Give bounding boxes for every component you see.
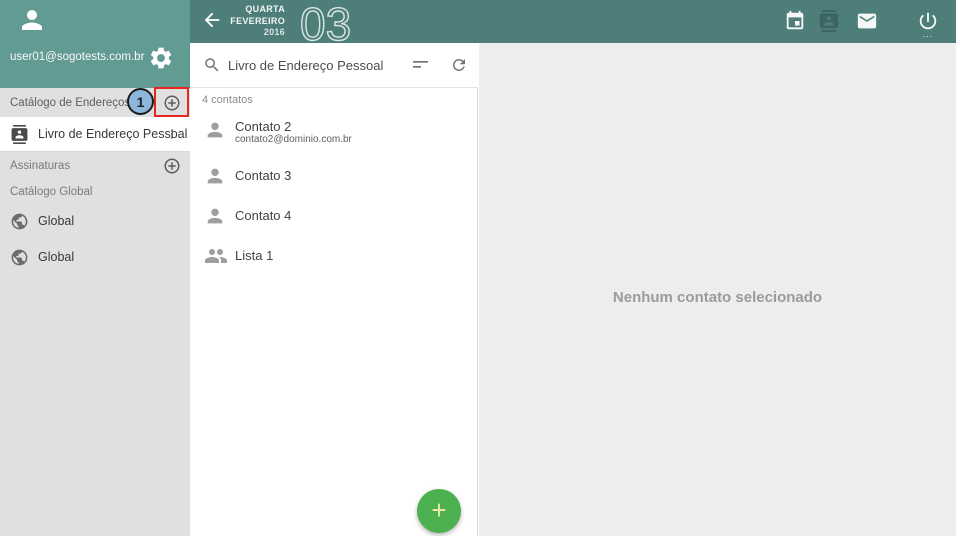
global-item-label: Global (38, 214, 74, 228)
globe-icon (10, 212, 29, 231)
contact-row-contato4[interactable]: Contato 4 (190, 199, 478, 237)
date-block: QUARTA FEVEREIRO 2016 (190, 4, 285, 39)
add-subscription-button[interactable] (163, 157, 181, 175)
add-contact-fab[interactable]: + (417, 489, 461, 533)
contacts-icon-active[interactable] (818, 10, 840, 32)
addressbook-icon (10, 125, 29, 144)
contact-row-contato3[interactable]: Contato 3 (190, 159, 478, 197)
contact-count: 4 contatos (202, 94, 253, 106)
sidebar: user01@sogotests.com.br Catálogo de Ende… (0, 0, 190, 536)
contact-list-panel: 4 contatos Contato 2 contato2@dominio.co… (190, 43, 478, 536)
more-options-icon[interactable] (165, 126, 179, 142)
subscriptions-label: Assinaturas (10, 160, 70, 172)
sidebar-item-global-1[interactable]: Global (0, 204, 190, 238)
globe-icon (10, 248, 29, 267)
date-day-number: 03 (298, 1, 360, 45)
user-avatar-icon (17, 5, 47, 35)
plus-icon: + (431, 497, 446, 523)
global-catalog-label: Catálogo Global (10, 186, 92, 198)
sidebar-user-header: user01@sogotests.com.br (0, 0, 190, 88)
contact-row-lista1[interactable]: Lista 1 (190, 238, 478, 276)
subscriptions-section-header: Assinaturas (0, 152, 190, 180)
group-icon (204, 244, 228, 268)
contact-row-contato2[interactable]: Contato 2 contato2@dominio.com.br (190, 112, 478, 150)
contact-detail-panel: Nenhum contato selecionado (479, 43, 956, 536)
annotation-highlight-box (154, 87, 189, 117)
contact-email: contato2@dominio.com.br (235, 134, 352, 145)
calendar-icon[interactable] (784, 10, 806, 32)
search-bar (190, 43, 478, 88)
date-year: 2016 (190, 27, 285, 39)
topbar: QUARTA FEVEREIRO 2016 03 ... (190, 0, 956, 43)
contact-name: Contato 4 (235, 208, 291, 223)
annotation-step-badge: 1 (127, 88, 154, 115)
empty-state-message: Nenhum contato selecionado (479, 289, 956, 306)
contact-name: Lista 1 (235, 248, 273, 263)
person-icon (204, 205, 226, 227)
sidebar-item-personal-addressbook[interactable]: Livro de Endereço Pessoal (0, 117, 190, 152)
settings-gear-icon[interactable] (148, 45, 174, 71)
search-icon (203, 56, 221, 74)
sidebar-item-global-2[interactable]: Global (0, 240, 190, 274)
date-weekday: QUARTA (190, 4, 285, 16)
annotation-step-number: 1 (137, 94, 145, 110)
power-menu-dots: ... (920, 32, 936, 36)
address-catalog-label: Catálogo de Endereços (10, 97, 130, 109)
global-catalog-section-header: Catálogo Global (0, 180, 190, 204)
contact-name: Contato 3 (235, 168, 291, 183)
mail-icon[interactable] (856, 10, 878, 32)
contact-name: Contato 2 (235, 119, 291, 134)
sort-icon[interactable] (412, 57, 430, 73)
person-icon (204, 165, 226, 187)
user-email: user01@sogotests.com.br (10, 51, 144, 63)
svg-text:03: 03 (300, 1, 351, 45)
person-icon (204, 119, 226, 141)
global-item-label: Global (38, 250, 74, 264)
refresh-icon[interactable] (450, 56, 468, 74)
date-month: FEVEREIRO (190, 16, 285, 28)
search-input[interactable] (228, 55, 398, 75)
sogo-addressbook-app: user01@sogotests.com.br Catálogo de Ende… (0, 0, 956, 536)
